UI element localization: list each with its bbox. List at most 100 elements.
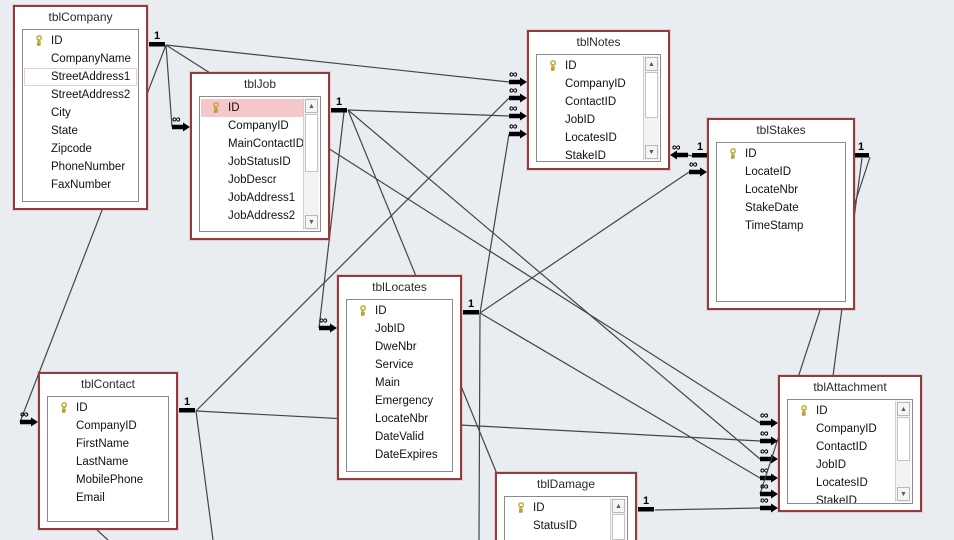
field-tblAttachment-LocatesID[interactable]: LocatesID (789, 474, 896, 492)
scroll-up-button[interactable]: ▲ (305, 99, 318, 113)
field-name: StreetAddress2 (51, 89, 131, 101)
table-title-tblDamage[interactable]: tblDamage (497, 474, 635, 494)
field-tblContact-LastName[interactable]: LastName (49, 453, 167, 471)
field-tblCompany-Zipcode[interactable]: Zipcode (24, 140, 137, 158)
field-tblAttachment-CompanyID[interactable]: CompanyID (789, 420, 896, 438)
field-tblContact-Email[interactable]: Email (49, 489, 167, 507)
vertical-scrollbar[interactable]: ▲▼ (610, 498, 626, 540)
field-tblLocates-DweNbr[interactable]: DweNbr (348, 338, 451, 356)
field-tblCompany-StreetAddress1[interactable]: StreetAddress1 (24, 68, 137, 86)
relationship-line-tblContact-offscreen-bottom[interactable] (96, 529, 109, 540)
field-tblNotes-StakeID[interactable]: StakeID (538, 147, 644, 161)
field-tblLocates-Emergency[interactable]: Emergency (348, 392, 451, 410)
table-tblStakes[interactable]: tblStakes ID LocateID LocateNbr StakeDate Tim… (707, 118, 855, 310)
field-tblAttachment-JobID[interactable]: JobID (789, 456, 896, 474)
field-tblLocates-Main[interactable]: Main (348, 374, 451, 392)
relationship-line-tblLocates.ID-offscreen-bottom[interactable] (478, 312, 481, 540)
scroll-thumb[interactable] (897, 417, 910, 462)
field-tblCompany-CompanyName[interactable]: CompanyName (24, 50, 137, 68)
field-tblJob-JobAddress1[interactable]: JobAddress1 (201, 189, 304, 207)
table-tblDamage[interactable]: tblDamage ID StatusID ▲▼ (495, 472, 637, 540)
field-tblAttachment-ContactID[interactable]: ContactID (789, 438, 896, 456)
field-tblCompany-StreetAddress2[interactable]: StreetAddress2 (24, 86, 137, 104)
field-tblCompany-City[interactable]: City (24, 104, 137, 122)
vertical-scrollbar[interactable]: ▲▼ (895, 401, 911, 502)
field-tblNotes-ID[interactable]: ID (538, 57, 644, 75)
table-tblLocates[interactable]: tblLocates ID JobID DweNbr Service Main Emerge… (337, 275, 462, 480)
field-tblNotes-LocatesID[interactable]: LocatesID (538, 129, 644, 147)
field-tblContact-ID[interactable]: ID (49, 399, 167, 417)
field-tblJob-MainContactID[interactable]: MainContactID (201, 135, 304, 153)
table-tblContact[interactable]: tblContact ID CompanyID FirstName LastName Mo… (38, 372, 178, 530)
scroll-up-button[interactable]: ▲ (612, 499, 625, 513)
scroll-down-button[interactable]: ▼ (305, 215, 318, 229)
field-tblAttachment-ID[interactable]: ID (789, 402, 896, 420)
relationship-line-tblLocates.ID-tblNotes.LocatesID[interactable] (479, 133, 510, 314)
field-tblCompany-PhoneNumber[interactable]: PhoneNumber (24, 158, 137, 176)
field-tblDamage-StatusID[interactable]: StatusID (506, 517, 611, 535)
scroll-up-button[interactable]: ▲ (645, 57, 658, 71)
field-tblStakes-LocateID[interactable]: LocateID (718, 163, 844, 181)
one-side-bar (331, 108, 347, 113)
field-tblAttachment-StakeID[interactable]: StakeID (789, 492, 896, 503)
field-tblNotes-CompanyID[interactable]: CompanyID (538, 75, 644, 93)
field-tblJob-JobStatusID[interactable]: JobStatusID (201, 153, 304, 171)
field-tblJob-JobDescr[interactable]: JobDescr (201, 171, 304, 189)
scroll-up-button[interactable]: ▲ (897, 402, 910, 416)
vertical-scrollbar[interactable]: ▲▼ (643, 56, 659, 160)
field-name: FirstName (76, 438, 130, 450)
relationship-line-tblContact.ID-offscreen-bottom[interactable] (195, 410, 214, 540)
relationship-line-tblContact.ID-tblAttachment.ContactID[interactable] (195, 410, 761, 442)
relationship-line-tblLocates.ID-tblAttachment.LocatesID[interactable] (479, 312, 761, 479)
one-side-bar (179, 408, 195, 413)
relationship-line-tblJob.ID-tblNotes.JobID[interactable] (347, 109, 510, 117)
field-tblNotes-JobID[interactable]: JobID (538, 111, 644, 129)
scroll-down-button[interactable]: ▼ (645, 145, 658, 159)
field-tblLocates-LocateNbr[interactable]: LocateNbr (348, 410, 451, 428)
table-tblAttachment[interactable]: tblAttachment ID CompanyID ContactID JobID Lo… (778, 375, 922, 512)
table-tblCompany[interactable]: tblCompany ID CompanyName StreetAddress1 Str… (13, 5, 148, 210)
scroll-thumb[interactable] (612, 514, 625, 540)
field-tblStakes-LocateNbr[interactable]: LocateNbr (718, 181, 844, 199)
field-tblCompany-ID[interactable]: ID (24, 32, 137, 50)
field-tblJob-CompanyID[interactable]: CompanyID (201, 117, 304, 135)
field-name: StakeDate (745, 202, 799, 214)
table-tblNotes[interactable]: tblNotes ID CompanyID ContactID JobID Locates… (527, 30, 670, 170)
field-tblStakes-TimeStamp[interactable]: TimeStamp (718, 217, 844, 235)
field-tblLocates-JobID[interactable]: JobID (348, 320, 451, 338)
relationship-line-tblDamage.ID-tblAttachment[interactable] (654, 507, 761, 511)
field-tblContact-FirstName[interactable]: FirstName (49, 435, 167, 453)
field-tblDamage-ID[interactable]: ID (506, 499, 611, 517)
relationship-line-tblLocates.ID-tblStakes.LocateID[interactable] (479, 171, 690, 314)
field-tblContact-CompanyID[interactable]: CompanyID (49, 417, 167, 435)
table-title-tblCompany[interactable]: tblCompany (15, 7, 146, 27)
field-tblCompany-State[interactable]: State (24, 122, 137, 140)
table-tblJob[interactable]: tblJob ID CompanyID MainContactID JobStatusI… (190, 72, 330, 240)
table-title-tblJob[interactable]: tblJob (192, 74, 328, 94)
field-tblContact-MobilePhone[interactable]: MobilePhone (49, 471, 167, 489)
field-name: TimeStamp (745, 220, 804, 232)
field-tblNotes-ContactID[interactable]: ContactID (538, 93, 644, 111)
field-tblLocates-DateExpires[interactable]: DateExpires (348, 446, 451, 464)
scroll-thumb[interactable] (305, 114, 318, 173)
one-cardinality-label: 1 (154, 30, 160, 42)
field-tblJob-JobAddress2[interactable]: JobAddress2 (201, 207, 304, 225)
table-title-tblNotes[interactable]: tblNotes (529, 32, 668, 52)
field-tblStakes-ID[interactable]: ID (718, 145, 844, 163)
relationship-line-tblStakes.ID-tblNotes.StakeID[interactable] (687, 154, 693, 157)
field-tblJob-ID[interactable]: ID (201, 99, 304, 117)
field-tblLocates-DateValid[interactable]: DateValid (348, 428, 451, 446)
field-tblStakes-StakeDate[interactable]: StakeDate (718, 199, 844, 217)
table-title-tblAttachment[interactable]: tblAttachment (780, 377, 920, 397)
field-tblLocates-ID[interactable]: ID (348, 302, 451, 320)
table-title-tblStakes[interactable]: tblStakes (709, 120, 853, 140)
vertical-scrollbar[interactable]: ▲▼ (303, 98, 319, 230)
scroll-thumb[interactable] (645, 72, 658, 118)
table-title-tblLocates[interactable]: tblLocates (339, 277, 460, 297)
table-title-tblContact[interactable]: tblContact (40, 374, 176, 394)
many-side-arrowhead (330, 323, 337, 333)
field-tblLocates-Service[interactable]: Service (348, 356, 451, 374)
scroll-down-button[interactable]: ▼ (897, 487, 910, 501)
field-tblCompany-FaxNumber[interactable]: FaxNumber (24, 176, 137, 194)
field-name: ID (533, 502, 545, 514)
